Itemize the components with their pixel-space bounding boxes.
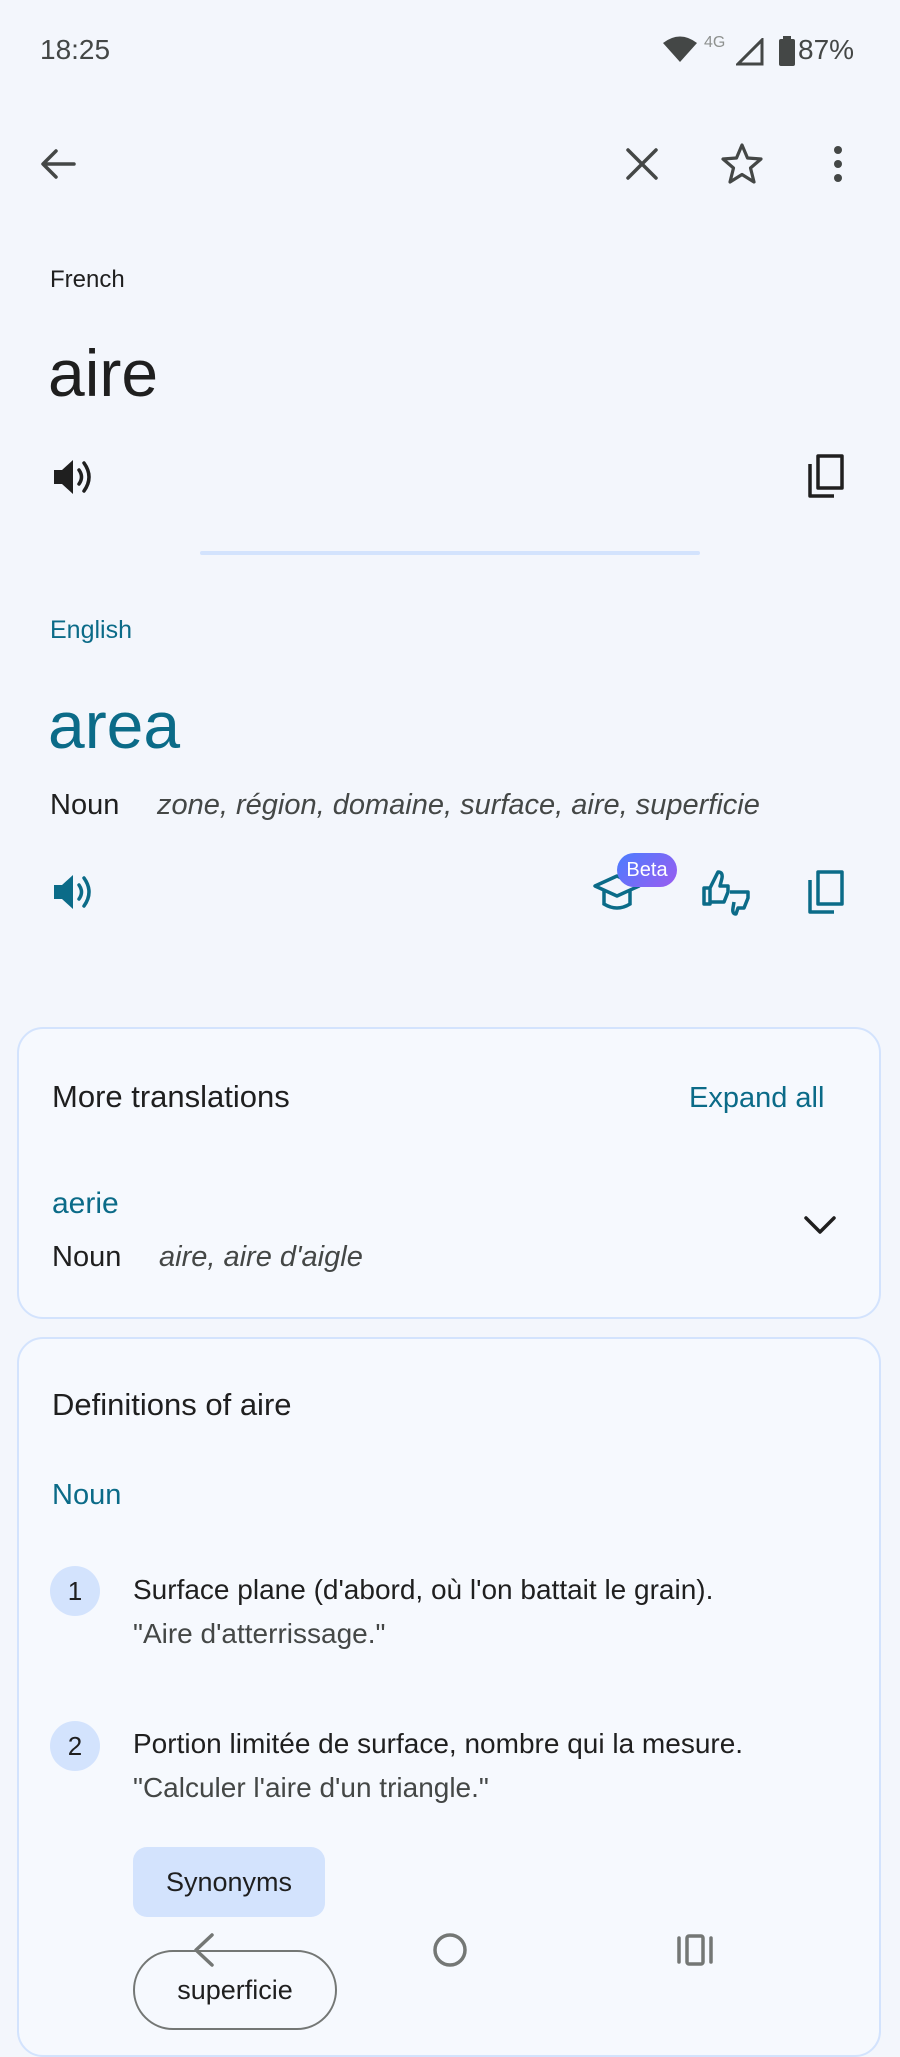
nav-recents-icon[interactable] — [676, 1932, 714, 1968]
source-text[interactable]: aire — [48, 340, 158, 406]
source-language: French — [50, 266, 125, 293]
definition-example: "Calculer l'aire d'un triangle." — [133, 1772, 489, 1803]
definition-number: 2 — [50, 1721, 100, 1771]
definitions-title: Definitions of aire — [52, 1387, 292, 1422]
chevron-down-icon[interactable] — [803, 1215, 837, 1237]
status-time: 18:25 — [40, 34, 111, 65]
signal-icon — [736, 38, 764, 66]
expand-all-button[interactable]: Expand all — [689, 1082, 824, 1115]
source-speaker-icon[interactable] — [50, 455, 96, 499]
back-arrow-icon[interactable] — [38, 144, 78, 184]
synonyms-label-chip: Synonyms — [133, 1847, 325, 1917]
definition-example: "Aire d'atterrissage." — [133, 1618, 386, 1649]
definition-text: Portion limitée de surface, nombre qui l… — [133, 1728, 744, 1759]
translation-word: aerie — [52, 1187, 119, 1220]
target-pos: Noun — [50, 789, 120, 821]
definitions-pos: Noun — [52, 1479, 122, 1511]
thumbs-feedback-icon[interactable] — [700, 866, 754, 918]
target-synonyms: zone, région, domaine, surface, aire, su… — [157, 789, 760, 821]
star-icon[interactable] — [720, 142, 764, 186]
close-icon[interactable] — [624, 146, 660, 182]
more-translations-card: More translations Expand all aerie Noun … — [17, 1027, 881, 1319]
battery-icon — [779, 36, 795, 66]
definition-text: Surface plane (d'abord, où l'on battait … — [133, 1574, 714, 1605]
translation-item-aerie[interactable]: aerie Noun aire, aire d'aigle — [19, 1179, 879, 1309]
target-text: area — [48, 688, 181, 762]
target-copy-icon[interactable] — [806, 870, 846, 914]
more-translations-title: More translations — [52, 1079, 290, 1114]
source-copy-icon[interactable] — [806, 454, 846, 498]
section-divider — [200, 551, 700, 555]
more-vert-icon[interactable] — [826, 144, 850, 184]
network-type: 4G — [704, 34, 726, 51]
target-speaker-icon[interactable] — [50, 870, 96, 914]
target-language: English — [50, 616, 132, 644]
translation-synonyms: aire, aire d'aigle — [159, 1241, 363, 1273]
definition-number: 1 — [50, 1566, 100, 1616]
translation-pos: Noun — [52, 1241, 122, 1273]
synonym-chip[interactable]: superficie — [133, 1950, 337, 2030]
wifi-icon — [663, 36, 697, 62]
beta-badge: Beta — [617, 853, 677, 887]
nav-home-icon[interactable] — [432, 1932, 468, 1968]
nav-back-icon[interactable] — [188, 1932, 220, 1968]
battery-level: 87% — [798, 34, 855, 65]
